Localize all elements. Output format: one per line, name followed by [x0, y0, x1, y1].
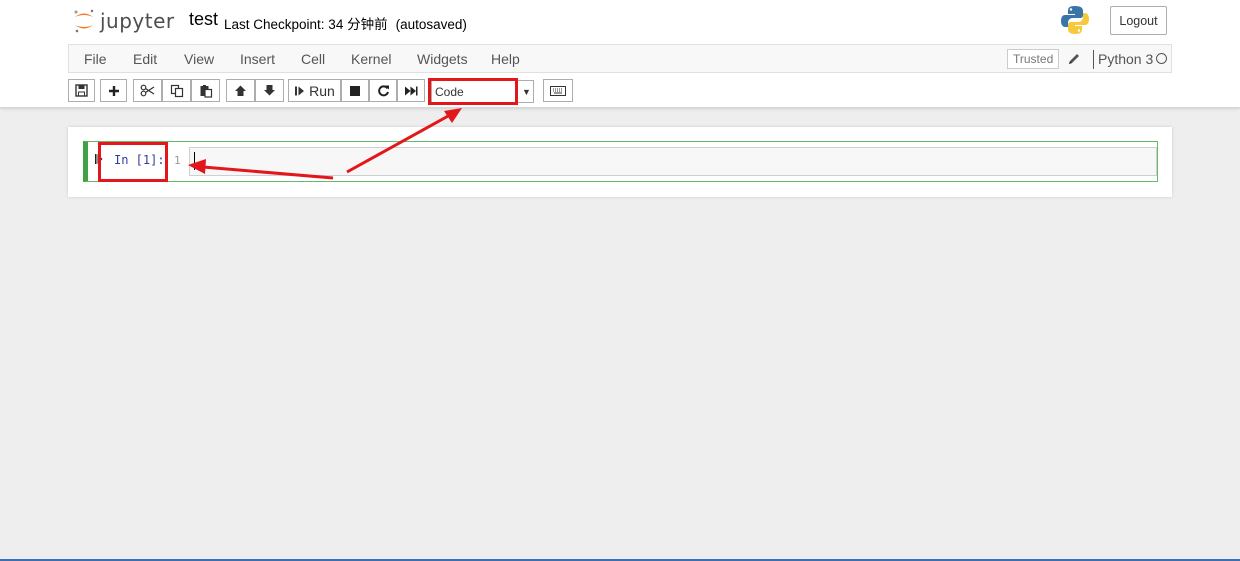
annotation-arrow-to-cell-type — [346, 113, 451, 174]
annotation-arrow-to-prompt — [202, 165, 334, 180]
annotation-arrows — [188, 108, 462, 180]
annotation-arrowhead-left — [188, 159, 206, 174]
